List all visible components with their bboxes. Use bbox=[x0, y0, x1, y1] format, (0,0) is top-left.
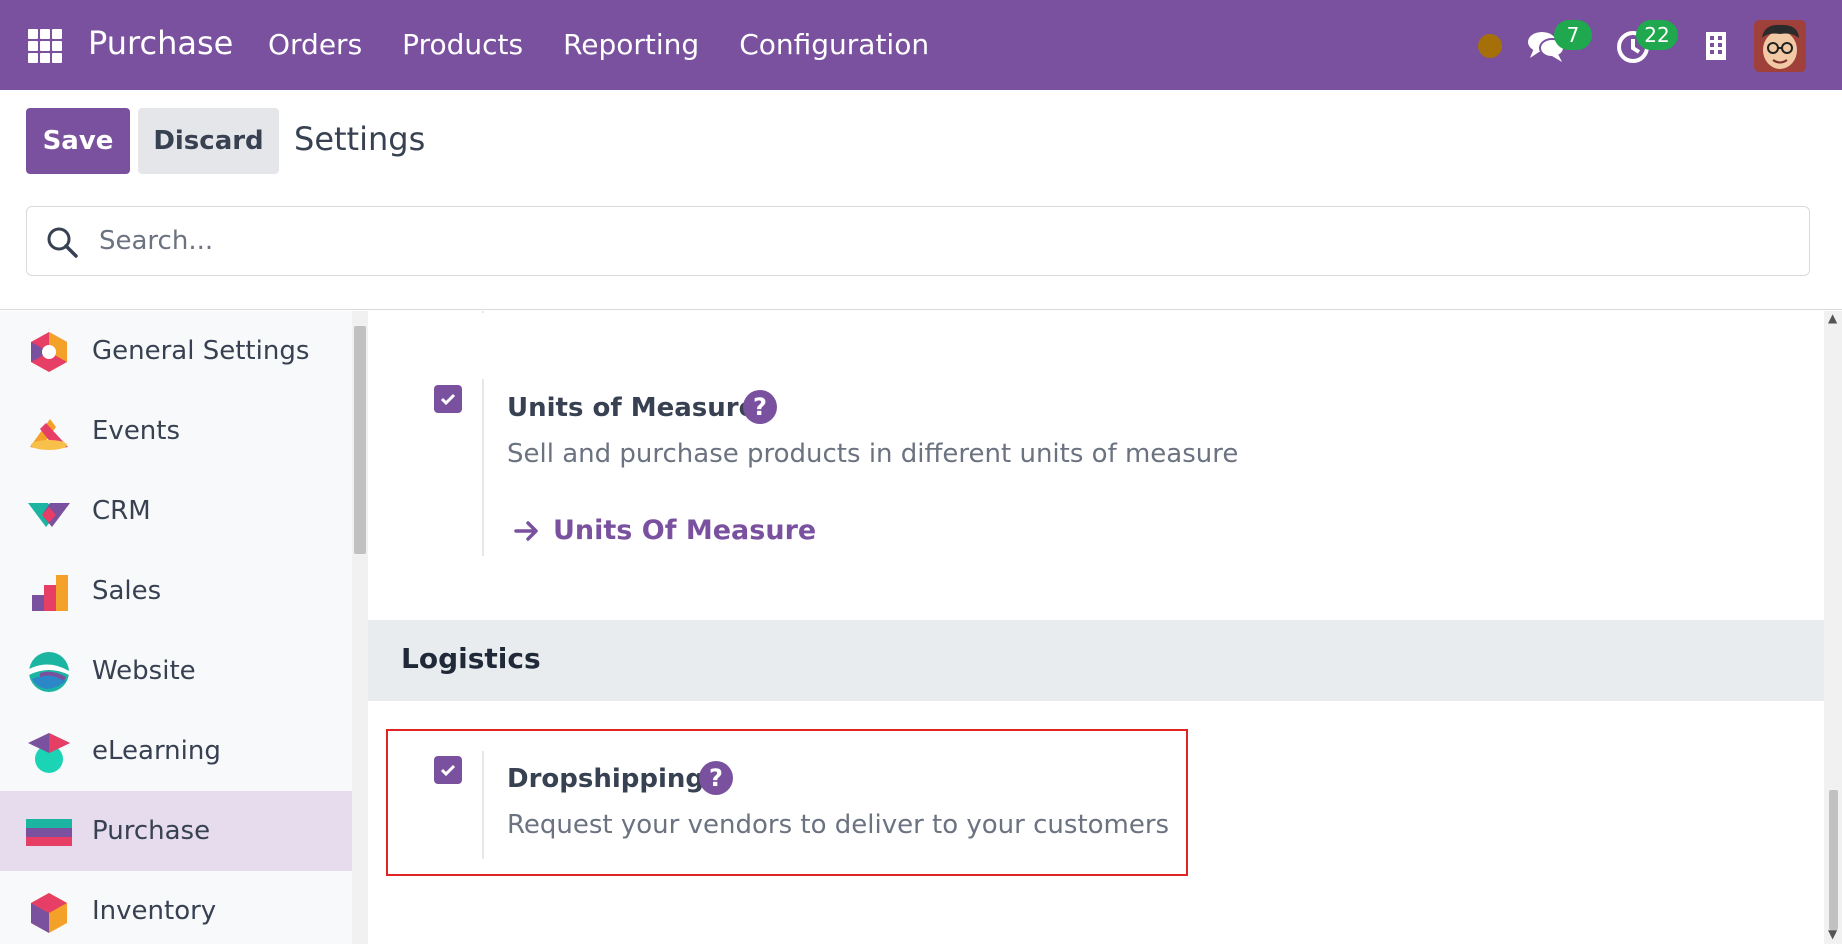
sidebar-item-general-settings[interactable]: General Settings bbox=[0, 311, 352, 391]
sidebar-scrollbar-thumb[interactable] bbox=[354, 326, 366, 554]
dropshipping-highlight bbox=[386, 729, 1188, 876]
sidebar-item-crm[interactable]: CRM bbox=[0, 471, 352, 551]
sidebar-item-purchase[interactable]: Purchase bbox=[0, 791, 352, 871]
general-settings-icon bbox=[31, 332, 67, 372]
elearning-icon bbox=[28, 733, 70, 773]
menu-orders[interactable]: Orders bbox=[268, 28, 362, 61]
activity-count-badge: 22 bbox=[1636, 20, 1678, 50]
status-indicator[interactable] bbox=[1478, 34, 1502, 58]
sidebar-item-sales[interactable]: Sales bbox=[0, 551, 352, 631]
content-scrollbar-thumb[interactable] bbox=[1829, 790, 1838, 930]
sidebar-item-label: Website bbox=[92, 656, 196, 686]
sidebar-item-label: Sales bbox=[92, 576, 162, 606]
dropshipping-description: Request your vendors to deliver to your … bbox=[507, 810, 1170, 840]
setting-divider bbox=[482, 751, 484, 859]
settings-sidebar: General Settings Events CRM Sales Websit… bbox=[0, 311, 352, 944]
menu-reporting[interactable]: Reporting bbox=[563, 28, 699, 61]
page-title: Settings bbox=[294, 120, 426, 158]
dropshipping-title: Dropshipping bbox=[507, 764, 705, 794]
sidebar-item-website[interactable]: Website bbox=[0, 631, 352, 711]
sidebar-item-label: Inventory bbox=[92, 896, 217, 926]
dropshipping-checkbox[interactable] bbox=[434, 756, 462, 784]
uom-link-label[interactable]: Units Of Measure bbox=[553, 515, 816, 546]
apps-menu-icon[interactable] bbox=[28, 29, 64, 63]
sales-icon bbox=[32, 575, 68, 611]
settings-content: Units of Measure ? Sell and purchase pro… bbox=[368, 311, 1824, 944]
purchase-icon bbox=[26, 819, 72, 846]
section-header-logistics: Logistics bbox=[368, 620, 1824, 701]
app-brand[interactable]: Purchase bbox=[88, 24, 233, 62]
discard-button[interactable]: Discard bbox=[138, 108, 279, 174]
sidebar-item-inventory[interactable]: Inventory bbox=[0, 871, 352, 944]
search-icon bbox=[47, 227, 78, 258]
crm-icon bbox=[28, 503, 70, 527]
check-icon bbox=[440, 764, 456, 777]
sidebar-item-label: Purchase bbox=[92, 816, 211, 846]
uom-help-icon[interactable]: ? bbox=[743, 390, 777, 424]
uom-description: Sell and purchase products in different … bbox=[507, 439, 1239, 469]
uom-title: Units of Measure bbox=[507, 393, 757, 423]
setting-divider bbox=[482, 379, 484, 556]
section-title: Logistics bbox=[401, 642, 541, 675]
company-building-icon[interactable] bbox=[1704, 30, 1728, 62]
control-panel: Save Discard Settings bbox=[0, 90, 1842, 310]
sidebar-item-events[interactable]: Events bbox=[0, 391, 352, 471]
menu-configuration[interactable]: Configuration bbox=[739, 28, 929, 61]
sidebar-item-label: CRM bbox=[92, 496, 151, 526]
uom-checkbox[interactable] bbox=[434, 385, 462, 413]
sidebar-item-elearning[interactable]: eLearning bbox=[0, 711, 352, 791]
events-icon bbox=[30, 419, 68, 450]
inventory-icon bbox=[31, 893, 67, 933]
dropshipping-help-icon[interactable]: ? bbox=[699, 761, 733, 795]
arrow-right-icon bbox=[514, 521, 538, 541]
setting-divider bbox=[482, 311, 484, 313]
save-button[interactable]: Save bbox=[26, 108, 130, 174]
check-icon bbox=[440, 393, 456, 406]
main-menu: Orders Products Reporting Configuration bbox=[268, 28, 929, 61]
chat-count-badge: 7 bbox=[1554, 20, 1592, 50]
sidebar-item-label: General Settings bbox=[92, 336, 310, 366]
user-avatar[interactable] bbox=[1754, 20, 1806, 72]
search-box[interactable] bbox=[26, 206, 1810, 276]
menu-products[interactable]: Products bbox=[402, 28, 523, 61]
search-input[interactable] bbox=[99, 221, 1699, 261]
sidebar-item-label: Events bbox=[92, 416, 181, 446]
scroll-up-icon[interactable]: ▲ bbox=[1828, 311, 1837, 325]
top-navbar: Purchase Orders Products Reporting Confi… bbox=[0, 0, 1842, 90]
sidebar-item-label: eLearning bbox=[92, 736, 221, 766]
website-icon bbox=[29, 652, 69, 692]
